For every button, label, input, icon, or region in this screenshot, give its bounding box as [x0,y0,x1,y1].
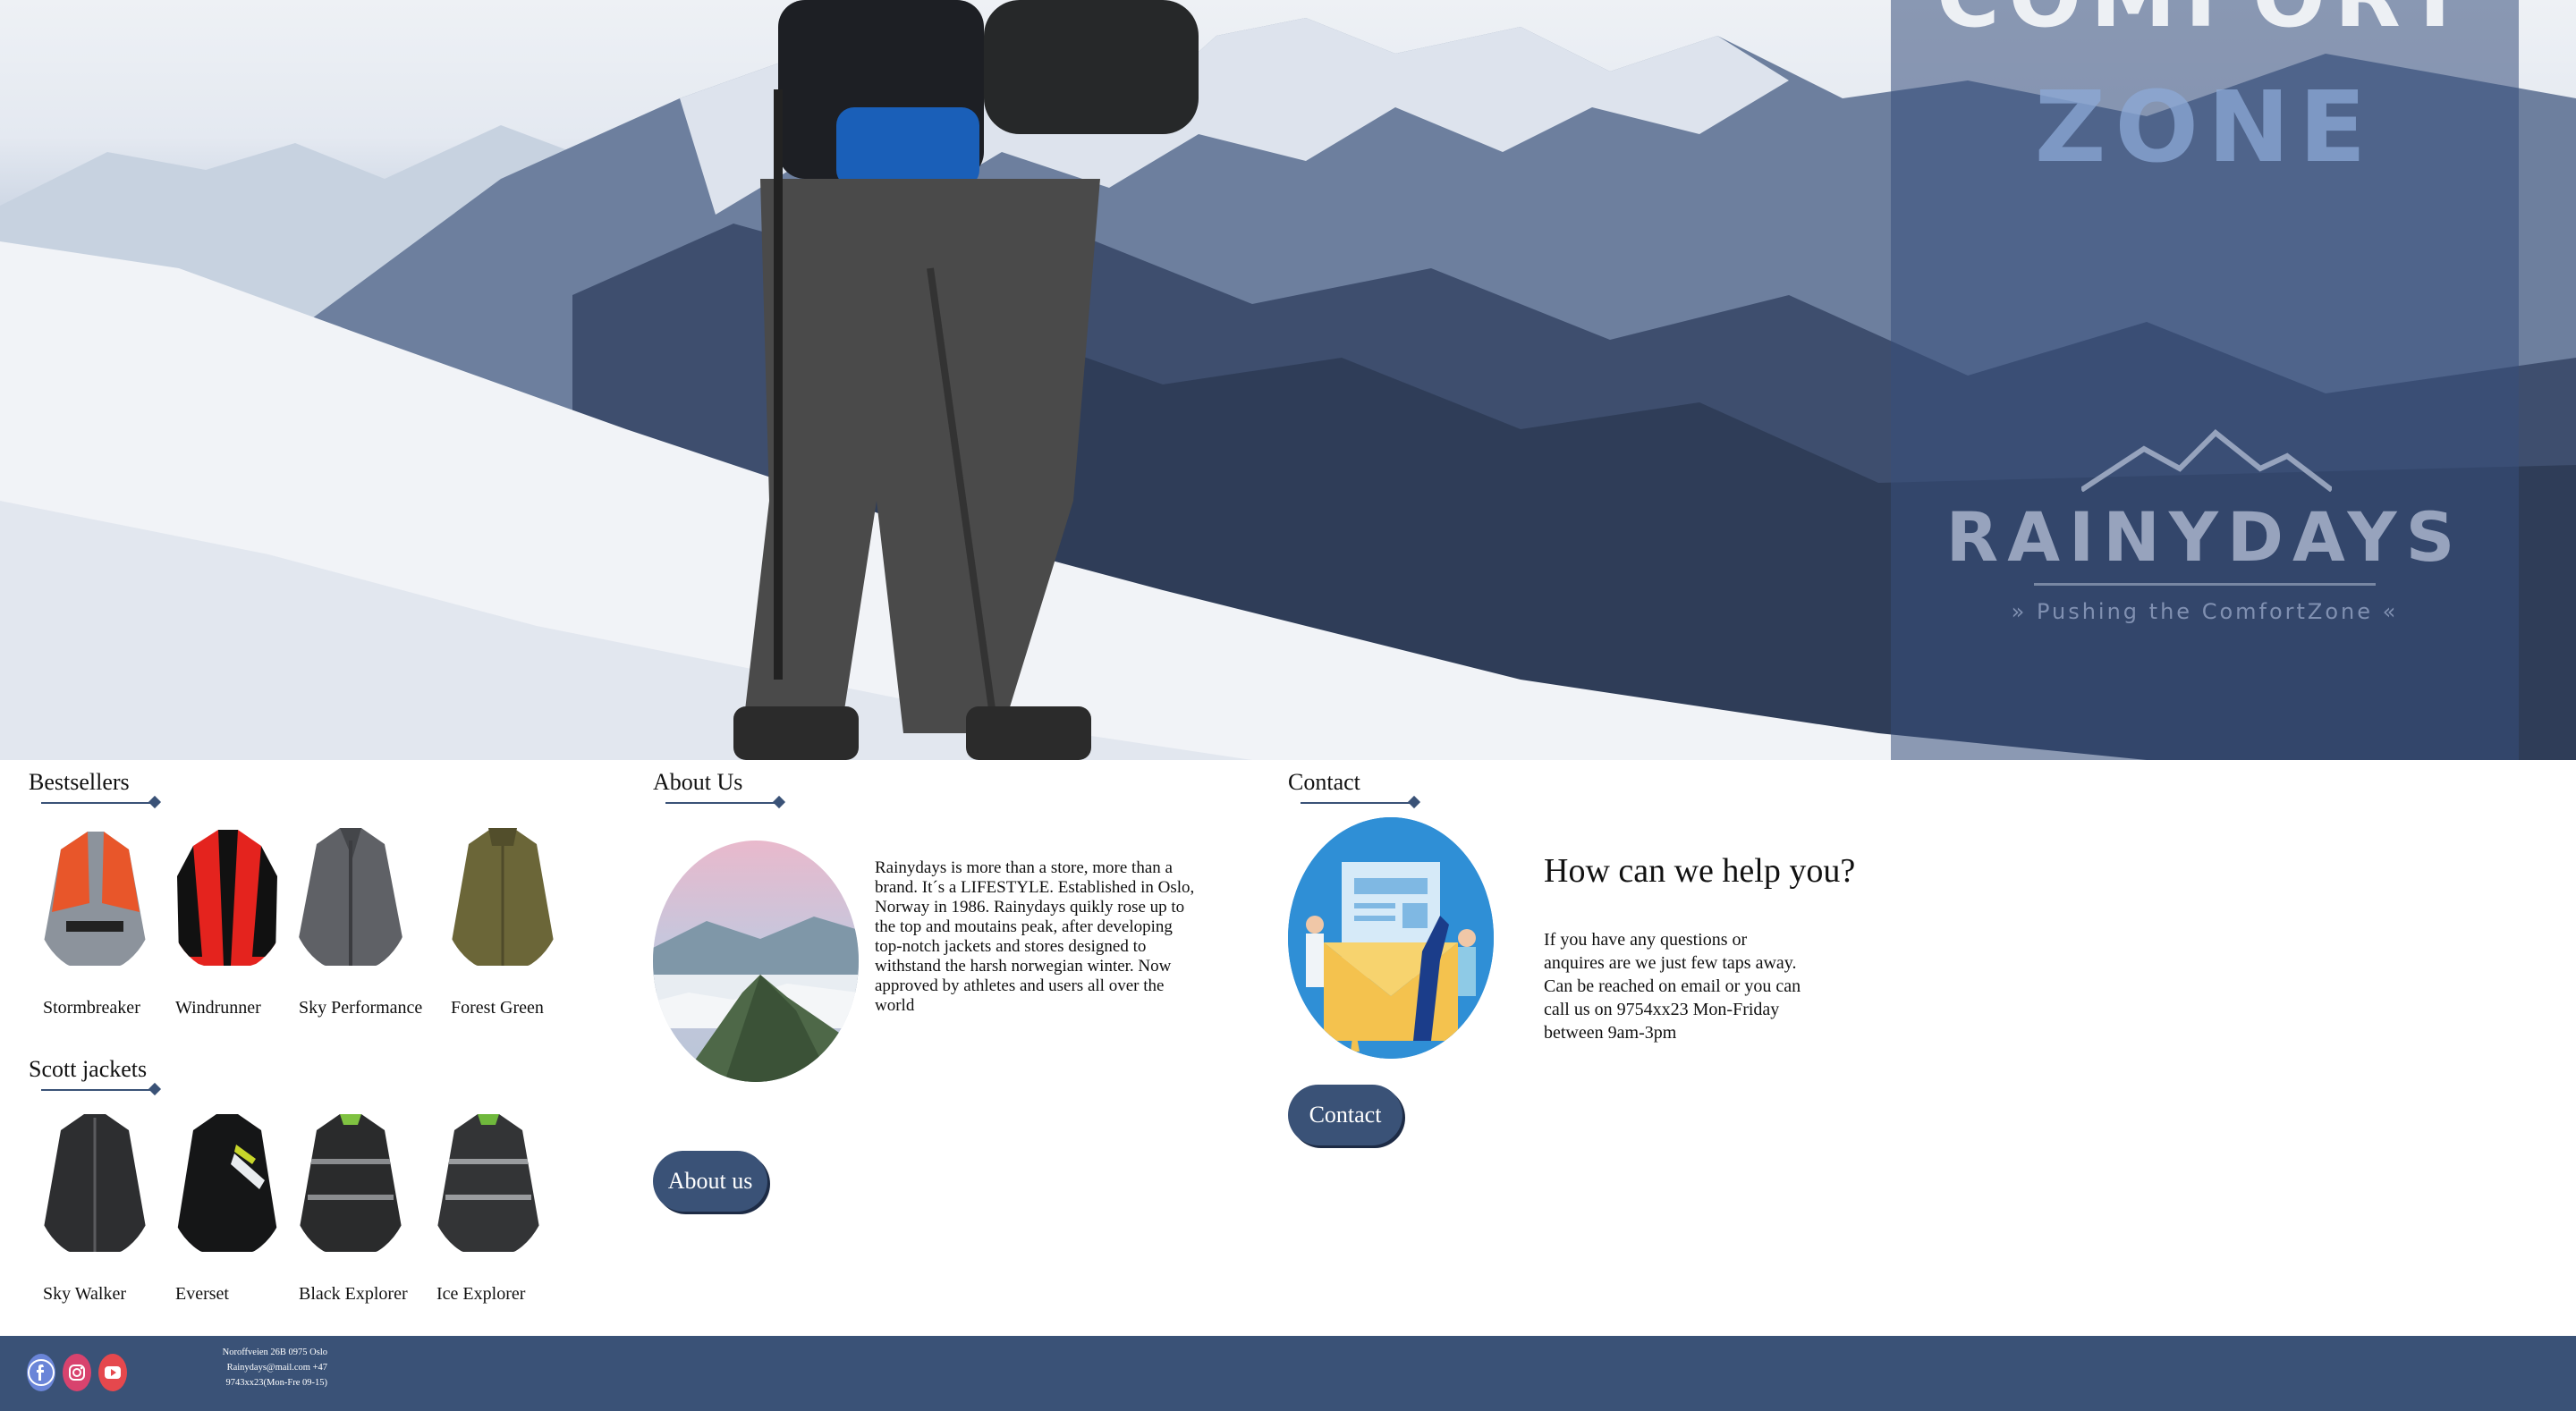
hero-banner: COMFORT ZONE RAINYDAYS » Pushing the Com… [0,0,2576,760]
product-card-forest-green[interactable]: Forest Green [442,823,576,1028]
instagram-icon[interactable] [63,1354,91,1391]
product-card-sky-walker[interactable]: Sky Walker [34,1109,168,1314]
bestsellers-underline [41,802,154,804]
product-name[interactable]: Black Explorer [299,1284,408,1305]
product-name[interactable]: Sky Performance [299,998,422,1018]
product-card-ice-explorer[interactable]: Ice Explorer [428,1109,562,1314]
product-name[interactable]: Forest Green [451,998,544,1018]
product-name[interactable]: Windrunner [175,998,261,1018]
logo-divider [2034,583,2376,586]
about-landscape-image [653,841,859,1082]
mountain-logo-icon [2081,429,2332,492]
contact-underline [1301,802,1413,804]
contact-button[interactable]: Contact [1288,1085,1402,1145]
product-card-sky-performance[interactable]: Sky Performance [290,823,424,1028]
help-description: If you have any questions or anquires ar… [1544,930,1801,1043]
about-underline [665,802,778,804]
product-card-everset[interactable]: Everset [166,1109,301,1314]
logo-slogan: » Pushing the ComfortZone « [2011,599,2399,624]
product-name[interactable]: Stormbreaker [43,998,140,1018]
product-card-black-explorer[interactable]: Black Explorer [290,1109,424,1314]
hero-title-line1: COMFORT [1891,0,2519,46]
footer-address-line1: Noroffveien 26B 0975 Oslo [222,1348,327,1357]
product-name[interactable]: Sky Walker [43,1284,126,1305]
about-description: Rainydays is more than a store, more tha… [875,858,1195,1015]
product-card-windrunner[interactable]: Windrunner [166,823,301,1028]
footer: Noroffveien 26B 0975 Oslo Rainydays@mail… [0,1336,2576,1411]
scott-jackets-heading: Scott jackets [29,1056,148,1082]
contact-illustration [1288,817,1494,1059]
product-image[interactable] [290,823,411,973]
product-name[interactable]: Ice Explorer [436,1284,525,1305]
product-image[interactable] [34,1109,156,1259]
youtube-icon[interactable] [98,1354,127,1391]
product-name[interactable]: Everset [175,1284,229,1305]
bestsellers-heading: Bestsellers [29,769,130,795]
help-heading: How can we help you? [1544,852,1856,890]
footer-address: Noroffveien 26B 0975 Oslo Rainydays@mail… [166,1345,327,1390]
product-image[interactable] [442,823,564,973]
product-image[interactable] [34,823,156,973]
about-heading: About Us [653,769,743,795]
scott-jackets-underline [41,1089,154,1091]
facebook-icon[interactable] [27,1354,55,1391]
product-image[interactable] [428,1109,549,1259]
product-image[interactable] [166,823,288,973]
contact-heading: Contact [1288,769,1360,795]
logo-wordmark: RAINYDAYS [1945,497,2464,577]
product-image[interactable] [290,1109,411,1259]
about-us-button[interactable]: About us [653,1151,767,1212]
product-image[interactable] [166,1109,288,1259]
product-card-stormbreaker[interactable]: Stormbreaker [34,823,168,1028]
hero-overlay-panel: COMFORT ZONE RAINYDAYS » Pushing the Com… [1891,0,2519,760]
footer-address-line2: Rainydays@mail.com +47 9743xx23(Mon-Fre … [225,1363,327,1388]
hero-title-line2: ZONE [2034,70,2376,184]
